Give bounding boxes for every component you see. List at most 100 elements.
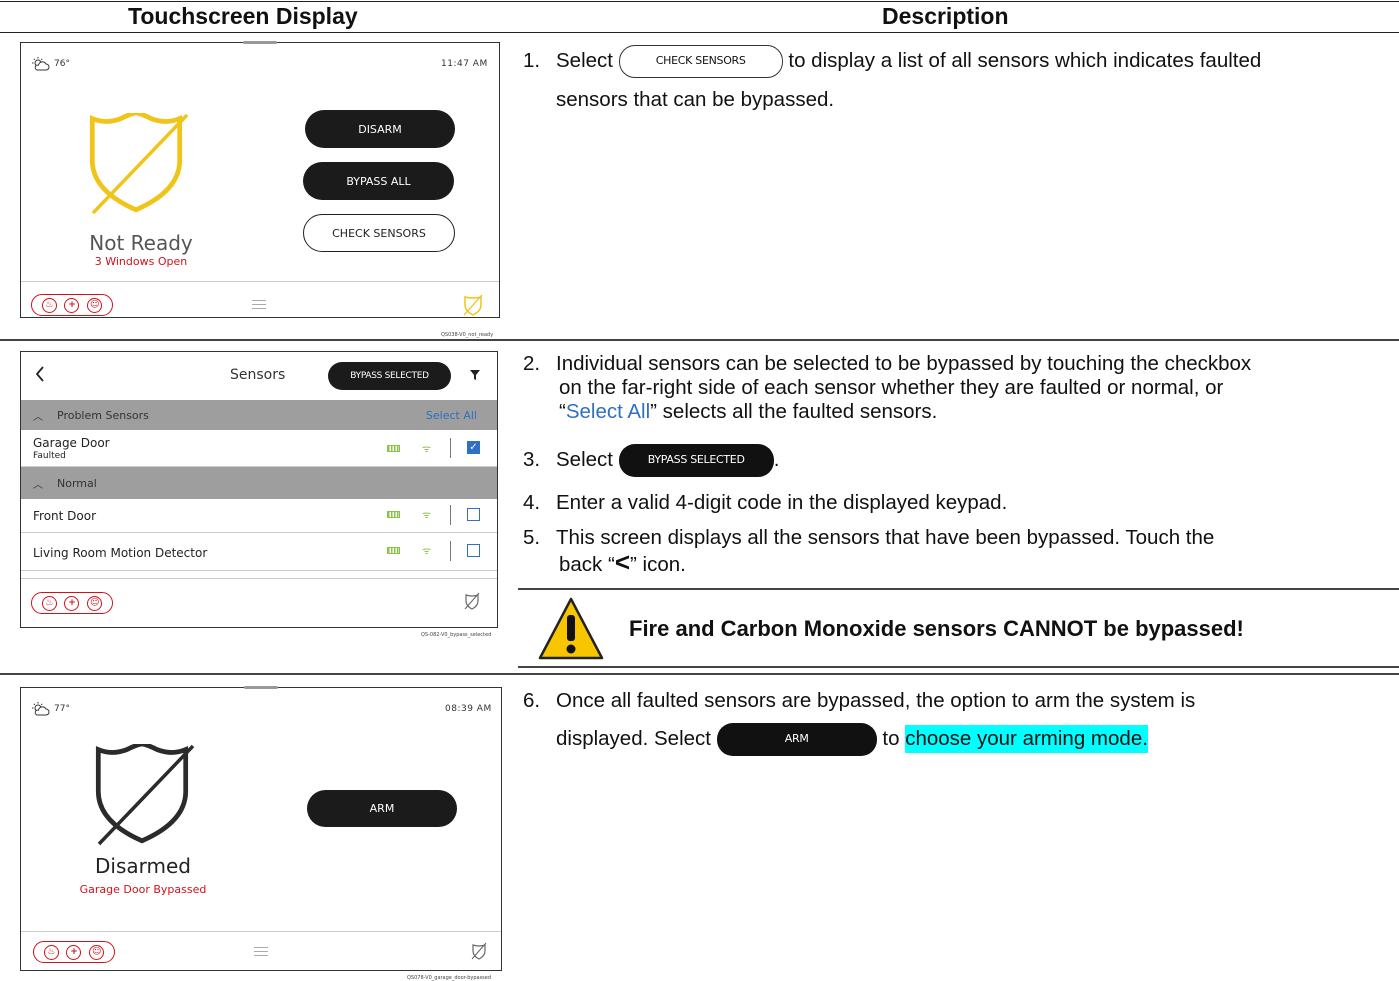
select-all-link[interactable]: Select All — [426, 409, 477, 422]
menu-icon[interactable] — [252, 297, 266, 312]
clock: 08:39 AM — [445, 704, 492, 714]
arm-status-icon[interactable] — [463, 592, 481, 610]
select-all-reference: Select All — [565, 400, 651, 423]
arm-inline: ARM — [716, 722, 877, 756]
medical-icon[interactable]: + — [66, 944, 82, 960]
collapse-icon[interactable]: ︿ — [33, 476, 43, 491]
warning-bottom-rule — [518, 666, 1399, 668]
signal-icon: ᯤ — [422, 444, 432, 455]
system-substatus: Garage Door Bypassed — [79, 883, 207, 896]
period: . — [773, 448, 780, 471]
menu-icon[interactable] — [254, 944, 268, 959]
warning-top-rule — [518, 588, 1399, 590]
filter-icon[interactable] — [469, 369, 481, 381]
group-normal[interactable]: ︿ Normal — [21, 467, 497, 499]
check-sensors-inline: CHECK SENSORS — [618, 44, 783, 78]
divider — [450, 505, 451, 525]
step-2: 2. Individual sensors can be selected to … — [523, 352, 1393, 424]
emergency-buttons[interactable]: ♨ + ☺ — [31, 294, 113, 316]
fire-icon[interactable]: ♨ — [41, 297, 57, 313]
col2-header: Description — [882, 3, 1009, 29]
row-divider — [0, 339, 1399, 341]
step-6: 6. Once all faulted sensors are bypassed,… — [523, 687, 1383, 757]
step-5: 5. This screen displays all the sensors t… — [523, 526, 1393, 577]
step-text: Select — [556, 448, 613, 471]
sensor-name: Living Room Motion Detector — [33, 546, 208, 560]
shield-slash-icon — [95, 744, 195, 846]
divider — [450, 541, 451, 561]
back-glyph: < — [614, 547, 631, 577]
sensor-row[interactable]: Garage Door Faulted ᯤ ✓ — [21, 431, 497, 467]
screen-not-ready: 76° 11:47 AM Not Ready 3 Windows Open DI… — [20, 41, 500, 338]
pull-tab[interactable] — [243, 41, 277, 44]
table-header-rule — [0, 32, 1399, 33]
step-text: ” selects all the faulted sensors. — [650, 400, 938, 423]
temperature: 77° — [54, 704, 70, 714]
weather-widget: 76° — [32, 57, 70, 71]
fire-icon[interactable]: ♨ — [41, 595, 57, 611]
bypass-selected-button[interactable]: BYPASS SELECTED — [328, 362, 451, 390]
partly-sunny-icon — [32, 702, 50, 716]
col1-header: Touchscreen Display — [128, 3, 358, 29]
checkbox[interactable] — [467, 544, 480, 557]
image-caption: QS-082-V0_bypass_selected — [421, 632, 492, 638]
arm-status-icon[interactable] — [470, 942, 488, 960]
bypass-selected-inline: BYPASS SELECTED — [618, 443, 774, 477]
emergency-buttons[interactable]: ♨ + ☺ — [33, 941, 115, 963]
step-number: 4. — [523, 491, 541, 514]
disarm-button[interactable]: DISARM — [305, 110, 455, 148]
footer-divider — [21, 931, 501, 932]
step-text: This screen displays all the sensors tha… — [556, 526, 1215, 549]
step-text: Select — [556, 49, 613, 72]
medical-icon[interactable]: + — [64, 297, 80, 313]
screen-disarmed: 77° 08:39 AM Disarmed Garage Door Bypass… — [20, 686, 502, 981]
step-text: Individual sensors can be selected to be… — [556, 352, 1252, 375]
fire-icon[interactable]: ♨ — [43, 944, 59, 960]
partly-sunny-icon — [32, 57, 50, 71]
warning-text: Fire and Carbon Monoxide sensors CANNOT … — [629, 616, 1244, 641]
system-status: Disarmed — [95, 854, 191, 878]
checkbox-checked[interactable]: ✓ — [467, 441, 480, 454]
police-icon[interactable]: ☺ — [89, 944, 105, 960]
step-text: Once all faulted sensors are bypassed, t… — [556, 689, 1196, 712]
step-3: 3. Select BYPASS SELECTED . — [523, 443, 1383, 477]
step-text: ” icon. — [630, 553, 686, 576]
group-problem-sensors[interactable]: ︿ Problem Sensors Select All — [21, 400, 497, 430]
medical-icon[interactable]: + — [64, 595, 80, 611]
step-text: back “ — [559, 553, 615, 576]
arming-mode-reference: choose your arming mode. — [905, 725, 1148, 753]
sensor-row[interactable]: Living Room Motion Detector ᯤ — [21, 533, 497, 571]
emergency-buttons[interactable]: ♨ + ☺ — [31, 592, 113, 614]
battery-icon — [387, 445, 400, 452]
collapse-icon[interactable]: ︿ — [33, 408, 43, 423]
image-caption: QS078-V0_garage_door-bypassed — [407, 975, 492, 981]
back-icon[interactable] — [35, 366, 45, 382]
footer-divider — [21, 578, 497, 579]
police-icon[interactable]: ☺ — [87, 297, 103, 313]
sensor-name: Front Door — [33, 509, 97, 523]
step-4: 4. Enter a valid 4-digit code in the disp… — [523, 489, 1383, 517]
bypass-all-button[interactable]: BYPASS ALL — [303, 162, 454, 200]
police-icon[interactable]: ☺ — [87, 595, 103, 611]
step-text: to display a list of all sensors which i… — [788, 49, 1262, 72]
check-sensors-button[interactable]: CHECK SENSORS — [303, 214, 455, 252]
image-caption: QS038-V0_not_ready — [441, 332, 494, 338]
pull-tab[interactable] — [244, 686, 278, 689]
group-title: Normal — [57, 476, 97, 490]
arm-button[interactable]: ARM — [307, 790, 457, 827]
sensor-status: Faulted — [33, 451, 66, 461]
footer-divider — [21, 281, 499, 282]
step-1: 1. Select CHECK SENSORS to display a lis… — [523, 44, 1383, 114]
table-top-rule — [0, 1, 1399, 2]
signal-icon: ᯤ — [422, 546, 432, 557]
battery-icon — [387, 547, 400, 554]
step-text: to — [882, 727, 900, 750]
arm-status-icon[interactable] — [462, 294, 484, 316]
battery-icon — [387, 511, 400, 518]
checkbox[interactable] — [467, 508, 480, 521]
divider — [450, 438, 451, 458]
group-title: Problem Sensors — [57, 408, 149, 422]
temperature: 76° — [54, 59, 70, 69]
sensor-row[interactable]: Front Door ᯤ — [21, 499, 497, 533]
step-number: 1. — [523, 49, 541, 72]
